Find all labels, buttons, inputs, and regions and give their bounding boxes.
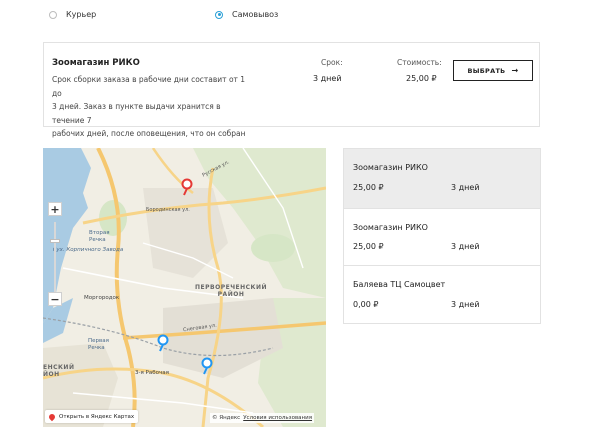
- select-button[interactable]: ВЫБРАТЬ →: [453, 60, 533, 81]
- pickup-point-term: 3 дней: [451, 183, 480, 192]
- selected-store-card: Зоомагазин РИКО Срок сборки заказа в раб…: [43, 42, 540, 138]
- radio-pickup[interactable]: Самовывоз: [215, 10, 278, 19]
- pickup-point-item[interactable]: Зоомагазин РИКО 25,00 ₽ 3 дней: [343, 208, 541, 266]
- pickup-point-name: Зоомагазин РИКО: [353, 163, 428, 172]
- select-button-label: ВЫБРАТЬ: [467, 66, 506, 75]
- marker-pin-icon: [157, 334, 169, 352]
- marker-pin-icon: [181, 178, 193, 196]
- map-label-borodinskaya: Бородинская ул.: [146, 207, 190, 213]
- cost-label: Стоимость:: [397, 58, 442, 67]
- map-label-morgorodok: Моргородок: [84, 295, 120, 301]
- pickup-point-name: Зоомагазин РИКО: [353, 223, 428, 232]
- radio-courier[interactable]: Курьер: [49, 10, 96, 19]
- terms-link[interactable]: Условия использования: [243, 415, 312, 421]
- pickup-point-item[interactable]: Зоомагазин РИКО 25,00 ₽ 3 дней: [343, 148, 541, 209]
- zoom-out-button[interactable]: −: [48, 292, 62, 306]
- radio-pickup-circle[interactable]: [215, 10, 223, 19]
- open-in-yandex-maps[interactable]: Открыть в Яндекс Картах: [45, 410, 139, 423]
- radio-pickup-label: Самовывоз: [232, 10, 279, 19]
- zoom-in-button[interactable]: +: [48, 202, 62, 216]
- pickup-point-price: 0,00 ₽: [353, 300, 379, 309]
- pickup-point-name: Баляева ТЦ Самоцвет: [353, 280, 446, 289]
- map-copyright: © Яндекс Условия использования: [210, 413, 315, 423]
- map-pin-icon: [47, 412, 57, 421]
- map-label-tretya-rabochaya: 3-я Рабочая: [135, 370, 169, 376]
- store-description-line: рабочих дней, после оповещения, что он с…: [52, 129, 246, 138]
- delivery-options: Курьер Самовывоз: [0, 10, 600, 26]
- map-label-district-left: ЕНСКИЙ ЙОН: [43, 364, 75, 378]
- zoom-slider-track[interactable]: [54, 222, 56, 294]
- radio-courier-label: Курьер: [66, 10, 97, 19]
- term-value: 3 дней: [313, 74, 342, 83]
- map-label-vtoraya-rechka: Вторая Речка: [89, 230, 110, 243]
- map-label-district: ПЕРВОРЕЧЕНСКИЙ РАЙОН: [195, 284, 268, 298]
- pickup-map[interactable]: Русская ул. Бородинская ул. Вторая Речка…: [43, 148, 326, 427]
- map-label-pervaya-rechka: Первая Речка: [88, 338, 109, 351]
- copyright-text: © Яндекс: [212, 415, 241, 421]
- pickup-point-price: 25,00 ₽: [353, 183, 384, 192]
- arrow-right-icon: →: [511, 66, 519, 75]
- pickup-point-term: 3 дней: [451, 300, 480, 309]
- cost-value: 25,00 ₽: [406, 74, 437, 83]
- term-label: Срок:: [321, 58, 343, 67]
- pickup-point-term: 3 дней: [451, 242, 480, 251]
- pickup-point-price: 25,00 ₽: [353, 242, 384, 251]
- map-label-zaliv: бух. Корпичного Завода: [53, 247, 124, 253]
- radio-courier-circle[interactable]: [49, 10, 57, 19]
- pickup-point-item[interactable]: Баляева ТЦ Самоцвет 0,00 ₽ 3 дней: [343, 265, 541, 324]
- store-description-line: Срок сборки заказа в рабочие дни состави…: [52, 75, 246, 98]
- zoom-slider-thumb[interactable]: [50, 239, 60, 243]
- open-in-yandex-maps-label: Открыть в Яндекс Картах: [59, 413, 135, 420]
- store-title: Зоомагазин РИКО: [52, 58, 140, 68]
- marker-pin-icon: [201, 357, 213, 375]
- store-description: Срок сборки заказа в рабочие дни состави…: [52, 73, 252, 141]
- store-description-line: 3 дней. Заказ в пункте выдачи хранится в…: [52, 102, 221, 125]
